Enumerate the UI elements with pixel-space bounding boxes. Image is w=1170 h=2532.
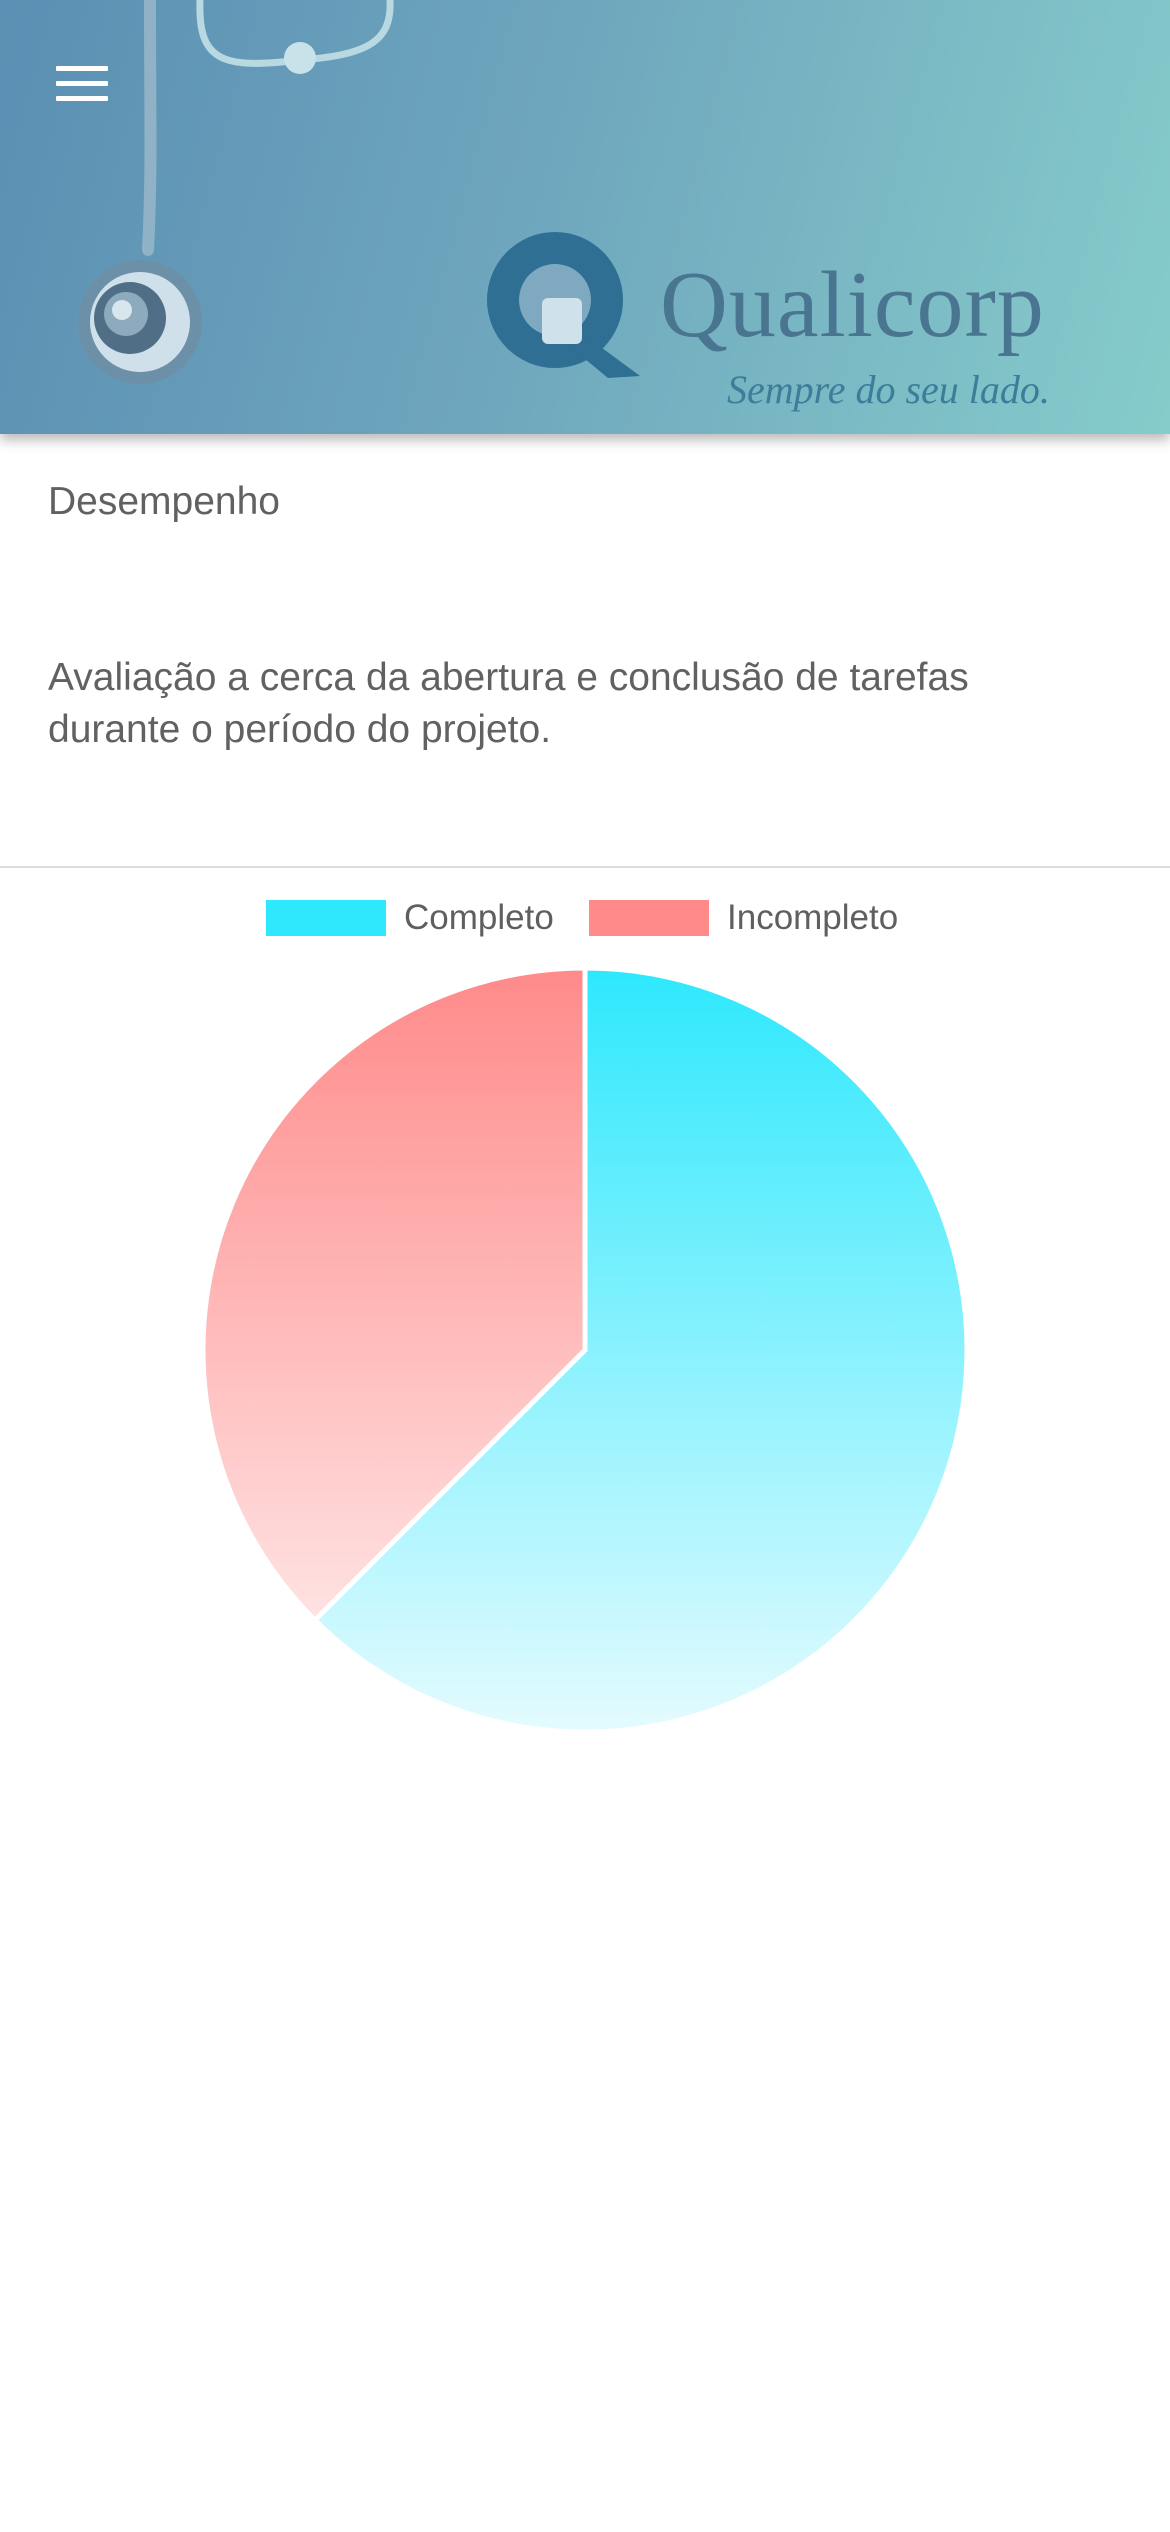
menu-button[interactable] bbox=[52, 62, 112, 106]
legend-item-incompleto[interactable]: Incompleto bbox=[589, 890, 898, 946]
page-title: Desempenho bbox=[48, 480, 280, 523]
header-banner: Qualicorp Sempre do seu lado. bbox=[0, 0, 1170, 434]
pie-chart bbox=[200, 965, 970, 1735]
menu-icon-bar bbox=[56, 96, 108, 101]
menu-icon-bar bbox=[56, 81, 108, 86]
logo-wordmark: Qualicorp bbox=[660, 253, 1045, 357]
legend-item-completo[interactable]: Completo bbox=[266, 890, 554, 946]
chart-legend: Completo Incompleto bbox=[0, 890, 1170, 946]
legend-swatch-completo bbox=[266, 900, 386, 936]
divider bbox=[0, 866, 1170, 868]
logo-tagline: Sempre do seu lado. bbox=[727, 367, 1050, 412]
legend-label-incompleto: Incompleto bbox=[727, 898, 899, 937]
menu-icon-bar bbox=[56, 66, 108, 71]
legend-swatch-incompleto bbox=[589, 900, 709, 936]
qualicorp-q-logo-icon bbox=[487, 232, 640, 378]
page-description: Avaliação a cerca da abertura e conclusã… bbox=[48, 656, 969, 751]
legend-label-completo: Completo bbox=[404, 898, 554, 937]
